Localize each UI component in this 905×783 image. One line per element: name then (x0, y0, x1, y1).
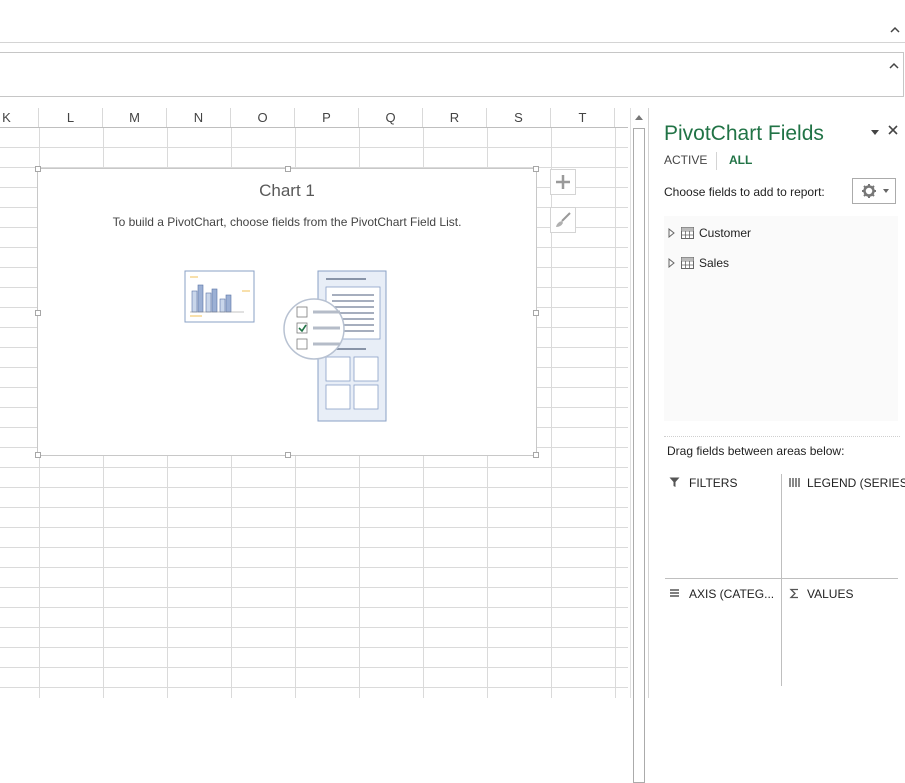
expand-triangle-icon[interactable] (668, 258, 676, 268)
chart-hint-text: To build a PivotChart, choose fields fro… (112, 215, 462, 229)
sigma-icon (789, 588, 798, 599)
column-header[interactable]: K (0, 108, 39, 127)
column-header[interactable]: P (295, 108, 359, 127)
field-label: Customer (699, 226, 752, 240)
brush-icon (556, 212, 571, 227)
tools-dropdown-button[interactable] (852, 178, 896, 204)
close-icon[interactable] (887, 124, 899, 136)
gear-icon (862, 184, 889, 198)
column-header[interactable]: T (551, 108, 615, 127)
chevron-up-icon[interactable] (889, 24, 901, 36)
field-list: Customer Sales (664, 216, 898, 421)
field-item-customer[interactable]: Customer (664, 222, 898, 246)
area-divider-vertical (781, 474, 782, 686)
plus-icon (556, 175, 570, 189)
chart-styles-button[interactable] (550, 207, 576, 233)
filter-icon (669, 477, 680, 487)
resize-handle[interactable] (35, 452, 41, 458)
tab-all[interactable]: ALL (729, 153, 752, 167)
column-headers: KLMNOPQRST (0, 108, 628, 128)
chart-elements-button[interactable] (550, 169, 576, 195)
pane-title: PivotChart Fields (664, 122, 824, 145)
area-divider-horizontal (665, 578, 898, 579)
chart-title[interactable]: Chart 1 (38, 181, 536, 201)
resize-handle[interactable] (533, 166, 539, 172)
column-header[interactable]: O (231, 108, 295, 127)
table-icon (681, 257, 694, 269)
values-area[interactable]: VALUES (785, 587, 901, 687)
axis-label: AXIS (CATEG... (689, 587, 775, 601)
resize-handle[interactable] (285, 166, 291, 172)
formula-bar[interactable] (0, 52, 904, 97)
resize-handle[interactable] (35, 310, 41, 316)
columns-icon (789, 478, 800, 487)
drag-fields-label: Drag fields between areas below: (667, 444, 845, 458)
task-pane-options-icon[interactable] (869, 127, 881, 137)
pane-divider[interactable] (664, 436, 900, 437)
values-label: VALUES (807, 587, 854, 601)
column-header[interactable]: N (167, 108, 231, 127)
resize-handle[interactable] (35, 166, 41, 172)
tab-active[interactable]: ACTIVE (664, 153, 707, 167)
filters-area[interactable]: FILTERS (667, 476, 779, 576)
ribbon-strip (0, 0, 905, 43)
scroll-up-arrow-icon[interactable] (633, 111, 645, 123)
column-header[interactable]: R (423, 108, 487, 127)
chevron-up-icon[interactable] (888, 60, 900, 72)
resize-handle[interactable] (533, 452, 539, 458)
tab-separator (716, 152, 717, 170)
column-header[interactable]: Q (359, 108, 423, 127)
expand-triangle-icon[interactable] (668, 228, 676, 238)
resize-handle[interactable] (533, 310, 539, 316)
column-header[interactable]: S (487, 108, 551, 127)
filters-label: FILTERS (689, 476, 738, 490)
field-label: Sales (699, 256, 730, 270)
legend-label: LEGEND (SERIES) (807, 476, 905, 490)
pivotchart-placeholder[interactable]: Chart 1 To build a PivotChart, choose fi… (35, 166, 539, 458)
pivotchart-fields-pane: PivotChart Fields ACTIVE ALL Choose fiel… (648, 108, 905, 698)
scrollbar-thumb[interactable] (633, 128, 645, 783)
column-header[interactable]: M (103, 108, 167, 127)
axis-area[interactable]: AXIS (CATEG... (667, 587, 779, 687)
table-icon (681, 227, 694, 239)
rows-icon (670, 589, 679, 597)
field-item-sales[interactable]: Sales (664, 252, 898, 276)
pivotchart-illustration-icon (184, 270, 387, 422)
vertical-scrollbar[interactable] (630, 108, 648, 783)
legend-area[interactable]: LEGEND (SERIES) (785, 476, 905, 576)
column-header[interactable]: L (39, 108, 103, 127)
resize-handle[interactable] (285, 452, 291, 458)
choose-fields-label: Choose fields to add to report: (664, 185, 825, 199)
